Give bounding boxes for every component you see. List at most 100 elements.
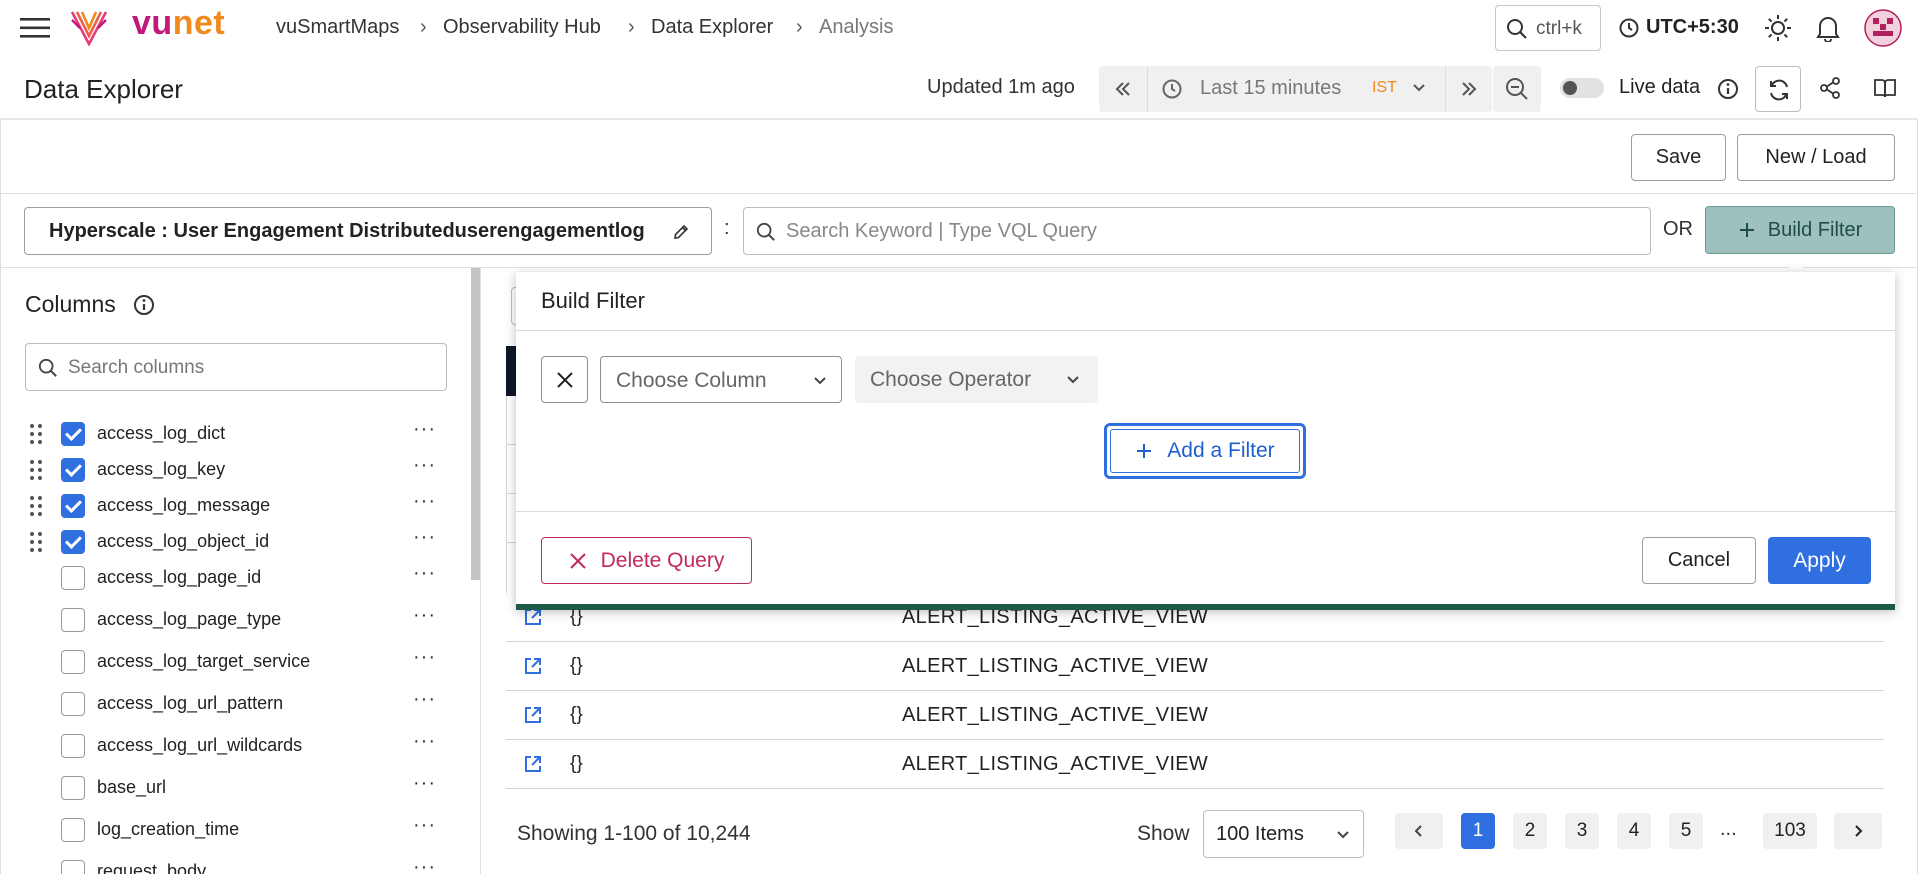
column-checkbox[interactable]: [61, 608, 85, 632]
theme-toggle-sun-icon[interactable]: [1764, 14, 1792, 42]
more-options-icon[interactable]: ···: [413, 730, 436, 753]
page-size-select[interactable]: 100 Items: [1203, 810, 1364, 858]
column-checkbox[interactable]: [61, 860, 85, 874]
build-filter-popover: Build Filter Choose Column Choose Operat…: [516, 272, 1895, 610]
more-options-icon[interactable]: ···: [413, 454, 436, 477]
column-checkbox[interactable]: [61, 566, 85, 590]
info-icon[interactable]: [133, 294, 155, 316]
page-button[interactable]: 1: [1461, 813, 1495, 849]
sidebar-scrollbar[interactable]: [471, 268, 480, 580]
more-options-icon[interactable]: ···: [413, 856, 436, 874]
table-row[interactable]: {} ALERT_LISTING_ACTIVE_VIEW: [506, 642, 1884, 691]
column-item[interactable]: access_log_url_wildcards ···: [0, 728, 460, 764]
column-checkbox[interactable]: [61, 494, 85, 518]
edit-pencil-icon[interactable]: [672, 223, 690, 241]
more-options-icon[interactable]: ···: [413, 646, 436, 669]
drag-handle-icon[interactable]: [29, 495, 43, 517]
open-link-icon[interactable]: [523, 705, 543, 725]
more-options-icon[interactable]: ···: [413, 772, 436, 795]
share-icon[interactable]: [1819, 77, 1841, 99]
choose-column-dropdown[interactable]: Choose Column: [600, 356, 842, 403]
close-icon: [569, 552, 586, 569]
chevrons-left-icon[interactable]: [1113, 79, 1133, 99]
chevrons-right-icon[interactable]: [1459, 79, 1479, 99]
datasource-selector[interactable]: Hyperscale : User Engagement Distributed…: [24, 207, 712, 255]
prev-page-button[interactable]: [1395, 813, 1443, 849]
more-options-icon[interactable]: ···: [413, 814, 436, 837]
more-options-icon[interactable]: ···: [413, 604, 436, 627]
column-item[interactable]: access_log_target_service ···: [0, 644, 460, 680]
cancel-button[interactable]: Cancel: [1642, 537, 1756, 584]
column-item[interactable]: access_log_object_id ···: [0, 524, 460, 560]
column-checkbox[interactable]: [61, 530, 85, 554]
live-data-toggle[interactable]: [1560, 78, 1604, 98]
drag-handle-icon[interactable]: [29, 459, 43, 481]
choose-operator-dropdown[interactable]: Choose Operator: [855, 356, 1098, 403]
breadcrumb-item[interactable]: Observability Hub: [443, 16, 601, 39]
more-options-icon[interactable]: ···: [413, 418, 436, 441]
column-item[interactable]: access_log_url_pattern ···: [0, 686, 460, 722]
chevron-left-icon: [1414, 825, 1422, 837]
page-button[interactable]: 3: [1565, 813, 1599, 849]
page-button[interactable]: 2: [1513, 813, 1547, 849]
divider: [516, 511, 1895, 512]
column-item[interactable]: access_log_message ···: [0, 488, 460, 524]
more-options-icon[interactable]: ···: [413, 688, 436, 711]
remove-filter-button[interactable]: [541, 356, 588, 403]
breadcrumb-item[interactable]: Data Explorer: [651, 16, 773, 39]
column-checkbox[interactable]: [61, 692, 85, 716]
hamburger-menu-icon[interactable]: [20, 17, 50, 39]
column-checkbox[interactable]: [61, 422, 85, 446]
timezone-selector[interactable]: UTC+5:30: [1646, 16, 1739, 39]
column-search-input[interactable]: Search columns: [25, 343, 447, 391]
build-filter-button[interactable]: Build Filter: [1705, 206, 1895, 254]
column-checkbox[interactable]: [61, 650, 85, 674]
table-cell: {}: [570, 753, 583, 774]
apply-button[interactable]: Apply: [1768, 537, 1871, 584]
new-load-button[interactable]: New / Load: [1737, 134, 1895, 181]
time-range-label[interactable]: Last 15 minutes: [1200, 77, 1341, 100]
notifications-bell-icon[interactable]: [1815, 14, 1841, 42]
book-docs-icon[interactable]: [1873, 77, 1897, 99]
refresh-button[interactable]: [1755, 66, 1801, 112]
info-icon[interactable]: [1717, 78, 1739, 100]
table-row[interactable]: {} ALERT_LISTING_ACTIVE_VIEW: [506, 740, 1884, 789]
more-options-icon[interactable]: ···: [413, 526, 436, 549]
column-item[interactable]: base_url ···: [0, 770, 460, 806]
breadcrumb-item[interactable]: vuSmartMaps: [276, 16, 399, 39]
column-checkbox[interactable]: [61, 458, 85, 482]
column-item[interactable]: access_log_page_id ···: [0, 560, 460, 596]
column-item[interactable]: log_creation_time ···: [0, 812, 460, 848]
drag-handle-icon[interactable]: [29, 531, 43, 553]
table-row[interactable]: {} ALERT_LISTING_ACTIVE_VIEW: [506, 691, 1884, 740]
drag-handle-icon[interactable]: [29, 423, 43, 445]
column-checkbox[interactable]: [61, 734, 85, 758]
page-button[interactable]: 4: [1617, 813, 1651, 849]
column-checkbox[interactable]: [61, 776, 85, 800]
next-page-button[interactable]: [1834, 813, 1882, 849]
column-item[interactable]: request_body ···: [0, 854, 460, 874]
chevron-down-icon[interactable]: [1412, 81, 1426, 95]
zoom-out-button[interactable]: [1493, 66, 1541, 112]
user-avatar[interactable]: [1864, 9, 1902, 47]
table-cell: {}: [570, 655, 583, 676]
column-item[interactable]: access_log_dict ···: [0, 416, 460, 452]
column-item[interactable]: access_log_page_type ···: [0, 602, 460, 638]
global-search-button[interactable]: ctrl+k: [1495, 5, 1601, 51]
delete-query-button[interactable]: Delete Query: [541, 537, 752, 584]
add-filter-button[interactable]: Add a Filter: [1104, 423, 1306, 479]
more-options-icon[interactable]: ···: [413, 562, 436, 585]
column-item[interactable]: access_log_key ···: [0, 452, 460, 488]
column-name: access_log_message: [97, 495, 271, 515]
vql-search-input[interactable]: Search Keyword | Type VQL Query: [743, 207, 1651, 255]
open-link-icon[interactable]: [523, 754, 543, 774]
page-button-last[interactable]: 103: [1763, 813, 1817, 849]
open-link-icon[interactable]: [523, 607, 543, 627]
more-options-icon[interactable]: ···: [413, 490, 436, 513]
search-icon: [756, 222, 776, 242]
save-button[interactable]: Save: [1631, 134, 1726, 181]
time-range-bar: Last 15 minutes IST: [1099, 66, 1492, 112]
page-button[interactable]: 5: [1669, 813, 1703, 849]
column-checkbox[interactable]: [61, 818, 85, 842]
open-link-icon[interactable]: [523, 656, 543, 676]
